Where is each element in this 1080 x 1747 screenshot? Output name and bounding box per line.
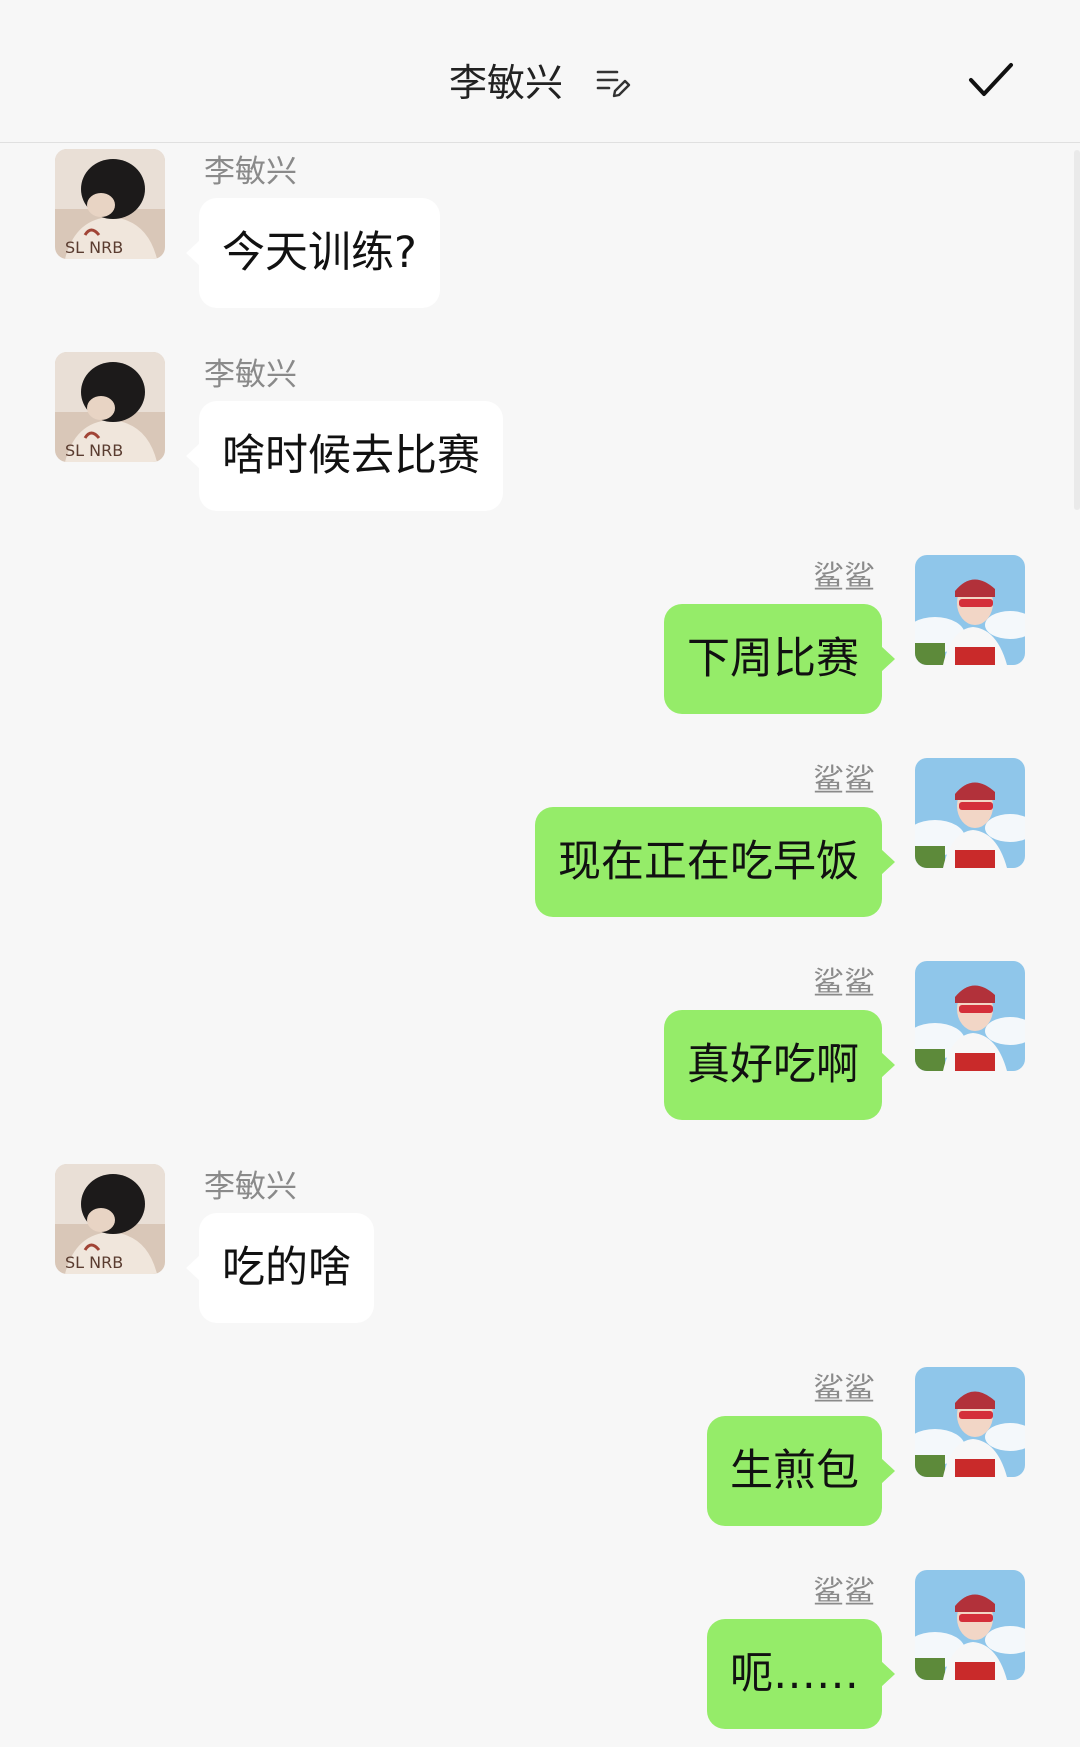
sender-name: 李敏兴 <box>204 1169 297 1205</box>
scrollbar[interactable] <box>1074 150 1080 510</box>
message-bubble[interactable]: 下周比赛 <box>664 604 895 714</box>
avatar-friend[interactable]: SL NRB <box>55 352 165 462</box>
message-row: SL NRB 李敏兴 今天训练? <box>0 146 1080 326</box>
message-row: 鲨鲨 呃…… <box>0 1567 1080 1747</box>
list-edit-icon[interactable] <box>595 65 631 101</box>
message-bubble[interactable]: 现在正在吃早饭 <box>535 807 895 917</box>
message-bubble[interactable]: 生煎包 <box>707 1416 895 1526</box>
sender-name: 鲨鲨 <box>813 1372 875 1408</box>
avatar-friend[interactable]: SL NRB <box>55 149 165 259</box>
message-row: 鲨鲨 下周比赛 <box>0 552 1080 732</box>
avatar-self[interactable] <box>915 1570 1025 1680</box>
header-title-group: 李敏兴 <box>0 56 1080 107</box>
sender-name: 李敏兴 <box>204 357 297 393</box>
avatar-self[interactable] <box>915 961 1025 1071</box>
svg-text:SL NRB: SL NRB <box>65 1253 123 1272</box>
message-bubble[interactable]: 今天训练? <box>186 198 440 308</box>
message-row: 鲨鲨 生煎包 <box>0 1364 1080 1544</box>
message-bubble[interactable]: 呃…… <box>707 1619 895 1729</box>
chat-message-list[interactable]: SL NRB 李敏兴 今天训练? SL NRB 李敏兴 啥时候去比赛 鲨鲨 下周… <box>0 144 1080 1745</box>
message-bubble[interactable]: 啥时候去比赛 <box>186 401 503 511</box>
sender-name: 鲨鲨 <box>813 560 875 596</box>
message-row: 鲨鲨 现在正在吃早饭 <box>0 755 1080 935</box>
message-row: 鲨鲨 真好吃啊 <box>0 958 1080 1138</box>
sender-name: 鲨鲨 <box>813 763 875 799</box>
sender-name: 李敏兴 <box>204 154 297 190</box>
message-bubble[interactable]: 吃的啥 <box>186 1213 374 1323</box>
message-row: SL NRB 李敏兴 啥时候去比赛 <box>0 349 1080 529</box>
svg-text:SL NRB: SL NRB <box>65 238 123 257</box>
message-row: SL NRB 李敏兴 吃的啥 <box>0 1161 1080 1341</box>
sender-name: 鲨鲨 <box>813 966 875 1002</box>
chat-header: 李敏兴 <box>0 0 1080 143</box>
chat-title[interactable]: 李敏兴 <box>449 59 563 107</box>
avatar-self[interactable] <box>915 1367 1025 1477</box>
avatar-friend[interactable]: SL NRB <box>55 1164 165 1274</box>
sender-name: 鲨鲨 <box>813 1575 875 1611</box>
checkmark-icon[interactable] <box>968 60 1014 100</box>
avatar-self[interactable] <box>915 758 1025 868</box>
message-bubble[interactable]: 真好吃啊 <box>664 1010 895 1120</box>
avatar-self[interactable] <box>915 555 1025 665</box>
svg-text:SL NRB: SL NRB <box>65 441 123 460</box>
